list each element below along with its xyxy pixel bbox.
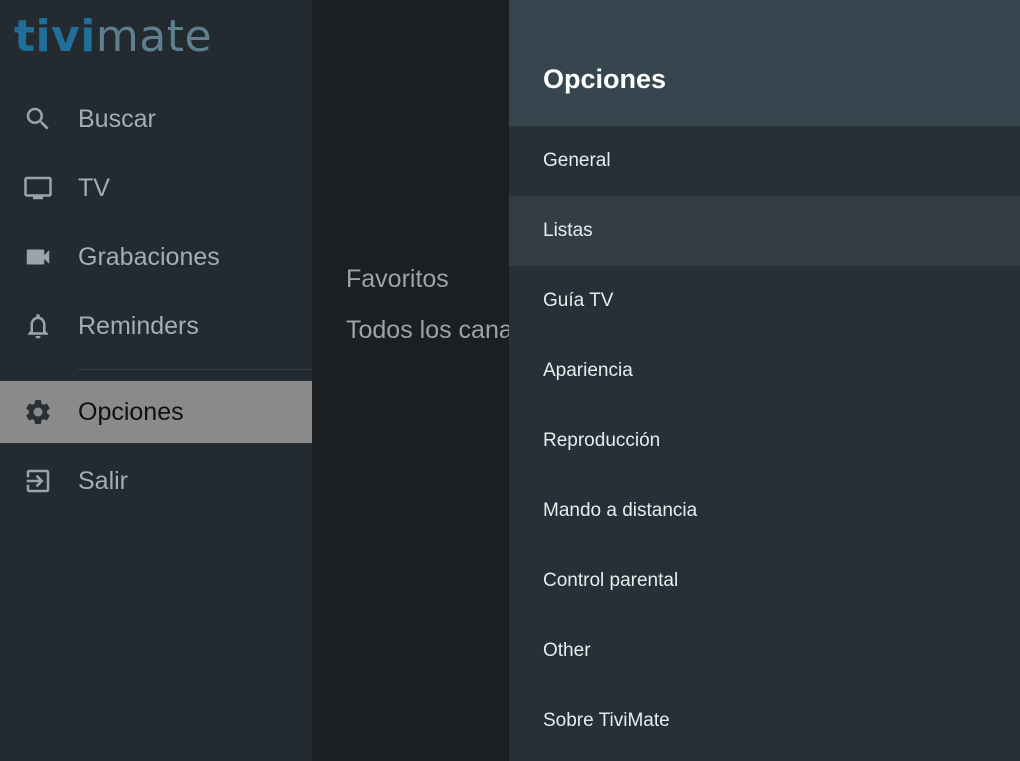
nav-item-label: Reminders <box>78 311 199 340</box>
nav-item-tv[interactable]: TV <box>0 157 312 219</box>
nav-divider <box>78 369 312 370</box>
nav-item-buscar[interactable]: Buscar <box>0 88 312 150</box>
option-general[interactable]: General <box>509 126 1020 196</box>
option-control-parental[interactable]: Control parental <box>509 546 1020 616</box>
option-guia-tv[interactable]: Guía TV <box>509 266 1020 336</box>
nav-item-opciones[interactable]: Opciones <box>0 381 312 443</box>
option-reproduccion[interactable]: Reproducción <box>509 406 1020 476</box>
navigation-rail: tivimate Buscar TV Grabaciones Reminders… <box>0 0 312 761</box>
nav-item-label: TV <box>78 173 110 202</box>
nav-item-label: Salir <box>78 466 129 495</box>
video-camera-icon <box>22 241 54 273</box>
bell-icon <box>22 310 54 342</box>
nav-item-salir[interactable]: Salir <box>0 450 312 512</box>
option-mando-a-distancia[interactable]: Mando a distancia <box>509 476 1020 546</box>
group-todos-los-canales[interactable]: Todos los canales <box>346 316 509 345</box>
exit-icon <box>22 465 54 497</box>
nav-item-reminders[interactable]: Reminders <box>0 295 312 357</box>
tv-icon <box>22 172 54 204</box>
option-apariencia[interactable]: Apariencia <box>509 336 1020 406</box>
options-panel-header: Opciones <box>509 0 1020 126</box>
option-sobre-tivimate[interactable]: Sobre TiviMate <box>509 686 1020 756</box>
channel-groups-column: Favoritos Todos los canales <box>312 0 509 761</box>
options-panel: Opciones General Listas Guía TV Aparienc… <box>509 0 1020 761</box>
nav-item-grabaciones[interactable]: Grabaciones <box>0 226 312 288</box>
tivimate-logo: tivimate <box>14 11 213 62</box>
options-panel-title: Opciones <box>543 64 667 94</box>
nav-item-label: Opciones <box>78 397 184 426</box>
nav-item-label: Buscar <box>78 104 156 133</box>
group-favoritos[interactable]: Favoritos <box>346 265 449 294</box>
nav-item-label: Grabaciones <box>78 242 220 271</box>
gear-icon <box>22 396 54 428</box>
option-listas[interactable]: Listas <box>509 196 1020 266</box>
option-other[interactable]: Other <box>509 616 1020 686</box>
search-icon <box>22 103 54 135</box>
